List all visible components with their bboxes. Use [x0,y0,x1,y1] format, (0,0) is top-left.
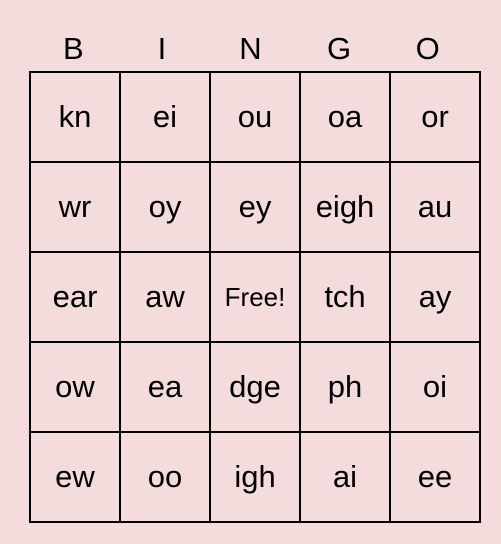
card-cell[interactable]: wr [29,161,121,253]
bingo-header: B I N G O [29,28,472,70]
card-row: kn ei ou oa or [29,71,481,163]
card-cell[interactable]: eigh [299,161,391,253]
card-cell[interactable]: ai [299,431,391,523]
card-cell[interactable]: ow [29,341,121,433]
card-cell[interactable]: ei [119,71,211,163]
card-cell[interactable]: ou [209,71,301,163]
card-cell[interactable]: ey [209,161,301,253]
card-cell[interactable]: igh [209,431,301,523]
card-row: ew oo igh ai ee [29,431,481,523]
header-letter-g: G [327,31,352,66]
card-row: ear aw Free! tch ay [29,251,481,343]
header-letter-b: B [62,31,84,66]
card-cell[interactable]: kn [29,71,121,163]
free-space-cell[interactable]: Free! [209,251,301,343]
card-cell[interactable]: ph [299,341,391,433]
card-row: wr oy ey eigh au [29,161,481,253]
card-cell[interactable]: dge [209,341,301,433]
card-cell[interactable]: ew [29,431,121,523]
card-cell[interactable]: ee [389,431,481,523]
card-cell[interactable]: tch [299,251,391,343]
card-cell[interactable]: oy [119,161,211,253]
header-letter-i: I [157,31,167,66]
header-letter-o: O [415,31,440,66]
header-letter-n: N [239,31,262,66]
card-cell[interactable]: ea [119,341,211,433]
card-cell[interactable]: au [389,161,481,253]
card-cell[interactable]: oo [119,431,211,523]
card-cell[interactable]: oa [299,71,391,163]
card-row: ow ea dge ph oi [29,341,481,433]
card-cell[interactable]: aw [119,251,211,343]
card-cell[interactable]: ay [389,251,481,343]
card-cell[interactable]: ear [29,251,121,343]
bingo-card: kn ei ou oa or wr oy ey eigh au ear aw F… [29,71,481,523]
card-cell[interactable]: or [389,71,481,163]
card-cell[interactable]: oi [389,341,481,433]
